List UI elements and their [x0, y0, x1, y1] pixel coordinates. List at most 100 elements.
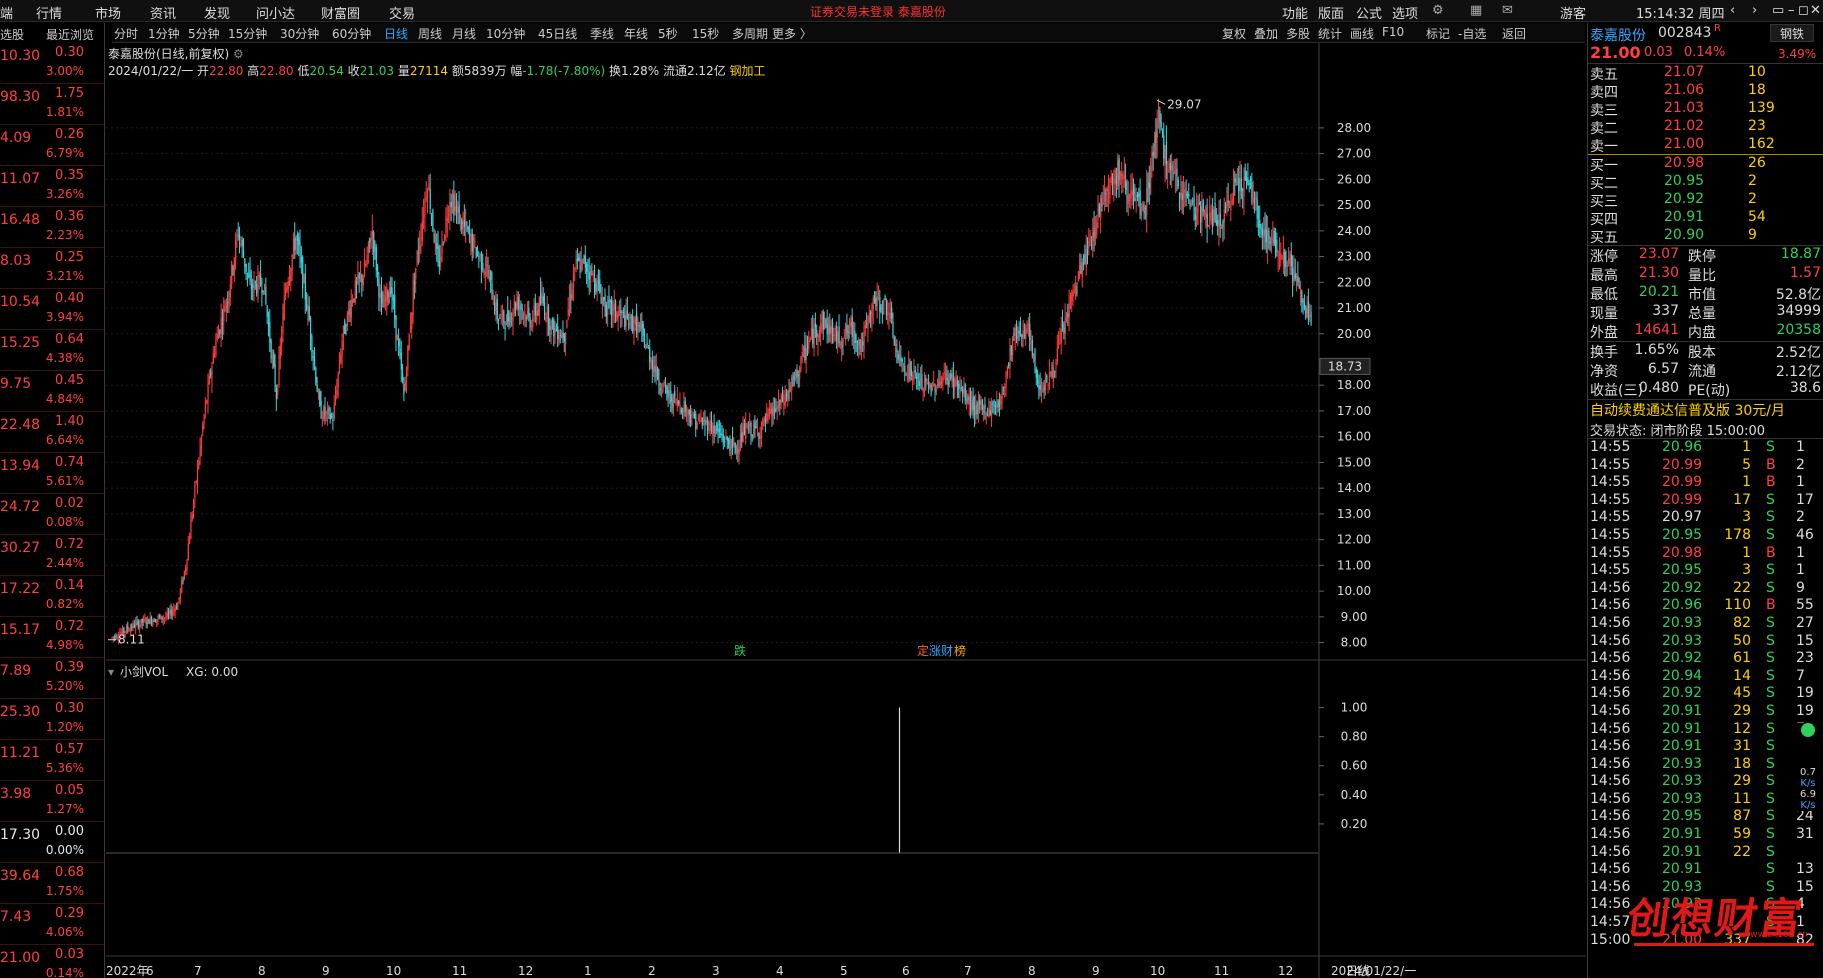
period-tab[interactable]: 5分钟	[188, 25, 220, 42]
settings-icon[interactable]: ⚙	[1432, 3, 1444, 18]
close-icon[interactable]: ✕	[1810, 3, 1821, 18]
minimize-icon[interactable]: –	[1788, 3, 1795, 18]
ask-row[interactable]: 卖四 21.06 18	[1588, 82, 1823, 101]
menu-item[interactable]: 问小达	[256, 3, 295, 22]
grid-icon[interactable]: ▦	[1470, 3, 1482, 18]
sector-tag[interactable]: 钢铁	[1770, 24, 1814, 42]
period-tab[interactable]: 45日线	[538, 25, 577, 42]
bid-row[interactable]: 买二 20.95 2	[1588, 173, 1823, 192]
menu-item[interactable]: 公式	[1356, 3, 1382, 22]
period-tab[interactable]: 5秒	[658, 25, 678, 42]
event-marker[interactable]: 跌	[734, 643, 746, 658]
kline-chart-area[interactable]: 泰嘉股份(日线,前复权) ⚙ 2024/01/22/一 开22.80 高22.8…	[106, 43, 1586, 978]
list-item[interactable]: 17.22 0.14 0.82%	[0, 576, 104, 617]
list-item[interactable]: 15.17 0.72 4.98%	[0, 617, 104, 658]
menu-item[interactable]: 发现	[204, 3, 230, 22]
maximize-icon[interactable]: ◻	[1798, 3, 1809, 18]
ask-row[interactable]: 卖三 21.03 139	[1588, 100, 1823, 119]
list-item[interactable]: 98.30 1.75 1.81%	[0, 84, 104, 125]
stock-name[interactable]: 泰嘉股份	[1590, 25, 1646, 45]
mail-icon[interactable]: ✉	[1502, 3, 1513, 18]
tool-button[interactable]: -自选	[1458, 25, 1486, 42]
menu-item[interactable]: 端	[0, 3, 13, 22]
list-item[interactable]: 25.30 0.30 1.20%	[0, 699, 104, 740]
list-item[interactable]: 7.43 0.29 4.06%	[0, 904, 104, 945]
candle-body	[680, 408, 682, 413]
period-tab[interactable]: 60分钟	[332, 25, 371, 42]
list-item[interactable]: 22.48 1.40 6.64%	[0, 412, 104, 453]
list-item[interactable]: 13.94 0.74 5.61%	[0, 453, 104, 494]
period-tab[interactable]: 15秒	[692, 25, 719, 42]
period-tab[interactable]: 15分钟	[228, 25, 267, 42]
login-notice[interactable]: 证券交易未登录 泰嘉股份	[810, 3, 946, 20]
list-item[interactable]: 11.07 0.35 3.26%	[0, 166, 104, 207]
menu-item[interactable]: 行情	[36, 3, 62, 22]
list-item[interactable]: 16.48 0.36 2.23%	[0, 207, 104, 248]
list-item[interactable]: 11.21 0.57 5.36%	[0, 740, 104, 781]
menu-item[interactable]: 资讯	[150, 3, 176, 22]
promo-banner[interactable]: 自动续费通达信普及版 30元/月	[1588, 400, 1823, 420]
period-tab[interactable]: 年线	[624, 25, 648, 42]
period-tab[interactable]: 多周期	[732, 25, 768, 42]
tool-button[interactable]: 多股	[1286, 25, 1310, 42]
ask-row[interactable]: 卖一 21.00 162	[1588, 136, 1823, 155]
tool-button[interactable]: 复权	[1222, 25, 1246, 42]
period-tab[interactable]: 更多 〉	[772, 25, 812, 42]
bid-row[interactable]: 买三 20.92 2	[1588, 191, 1823, 210]
candle-body	[871, 305, 873, 319]
list-item[interactable]: 4.09 0.26 6.79%	[0, 125, 104, 166]
candle-body	[1050, 371, 1052, 374]
list-item[interactable]: 10.54 0.40 3.94%	[0, 289, 104, 330]
list-item[interactable]: 10.30 0.30 3.00%	[0, 43, 104, 84]
event-marker[interactable]: 涨财	[929, 643, 953, 658]
user-label[interactable]: 游客	[1560, 3, 1586, 22]
menu-item[interactable]: 版面	[1318, 3, 1344, 22]
list-item[interactable]: 9.75 0.45 4.84%	[0, 371, 104, 412]
list-item[interactable]: 15.25 0.64 4.38%	[0, 330, 104, 371]
forward-icon[interactable]: ›	[1752, 3, 1757, 18]
list-item[interactable]: 17.30 0.00 0.00%	[0, 822, 104, 863]
menu-item[interactable]: 市场	[95, 3, 121, 22]
ask-row[interactable]: 卖五 21.07 10	[1588, 64, 1823, 83]
menu-item[interactable]: 财富圈	[321, 3, 360, 22]
period-tab[interactable]: 日线	[384, 25, 408, 42]
list-item[interactable]: 39.64 0.68 1.75%	[0, 863, 104, 904]
period-tab[interactable]: 1分钟	[148, 25, 180, 42]
bid-row[interactable]: 买四 20.91 54	[1588, 209, 1823, 228]
restore-icon[interactable]: ▭	[1772, 3, 1784, 18]
period-tab[interactable]: 月线	[452, 25, 476, 42]
candle-body	[114, 636, 116, 638]
bid-row[interactable]: 买五 20.90 9	[1588, 227, 1823, 246]
list-item[interactable]: 30.27 0.72 2.44%	[0, 535, 104, 576]
header-select[interactable]: 选股	[0, 26, 24, 43]
menu-item[interactable]: 交易	[389, 3, 415, 22]
event-marker[interactable]: 定	[917, 643, 929, 658]
tool-button[interactable]: 画线	[1350, 25, 1374, 42]
list-item[interactable]: 24.72 0.02 0.08%	[0, 494, 104, 535]
ask-row[interactable]: 卖二 21.02 23	[1588, 118, 1823, 137]
period-tab[interactable]: 季线	[590, 25, 614, 42]
period-tab[interactable]: 周线	[418, 25, 442, 42]
list-item[interactable]: 21.00 0.03 0.14%	[0, 945, 104, 978]
menu-item[interactable]: 功能	[1282, 3, 1308, 22]
tool-button[interactable]: 标记	[1426, 25, 1450, 42]
tool-button[interactable]: F10	[1382, 25, 1404, 39]
tool-button[interactable]: 叠加	[1254, 25, 1278, 42]
period-tab[interactable]: 30分钟	[280, 25, 319, 42]
event-marker[interactable]: 榜	[954, 643, 966, 658]
candle-body	[750, 422, 752, 436]
list-item[interactable]: 7.89 0.39 5.20%	[0, 658, 104, 699]
bid-row[interactable]: 买一 20.98 26	[1588, 155, 1823, 174]
back-icon[interactable]: ‹	[1730, 3, 1735, 18]
indicator-toggle-icon[interactable]: ▾	[108, 665, 114, 679]
period-tab[interactable]: 分时	[114, 25, 138, 42]
tool-button[interactable]: 统计	[1318, 25, 1342, 42]
menu-item[interactable]: 选项	[1392, 3, 1418, 22]
list-item[interactable]: 8.03 0.25 3.21%	[0, 248, 104, 289]
candle-body	[708, 429, 710, 431]
header-recent[interactable]: 最近浏览	[46, 26, 94, 43]
kline-svg[interactable]: 28.0027.0026.0025.0024.0023.0022.0021.00…	[106, 43, 1586, 978]
tool-button[interactable]: 返回	[1502, 25, 1526, 42]
list-item[interactable]: 3.98 0.05 1.27%	[0, 781, 104, 822]
period-tab[interactable]: 10分钟	[486, 25, 525, 42]
